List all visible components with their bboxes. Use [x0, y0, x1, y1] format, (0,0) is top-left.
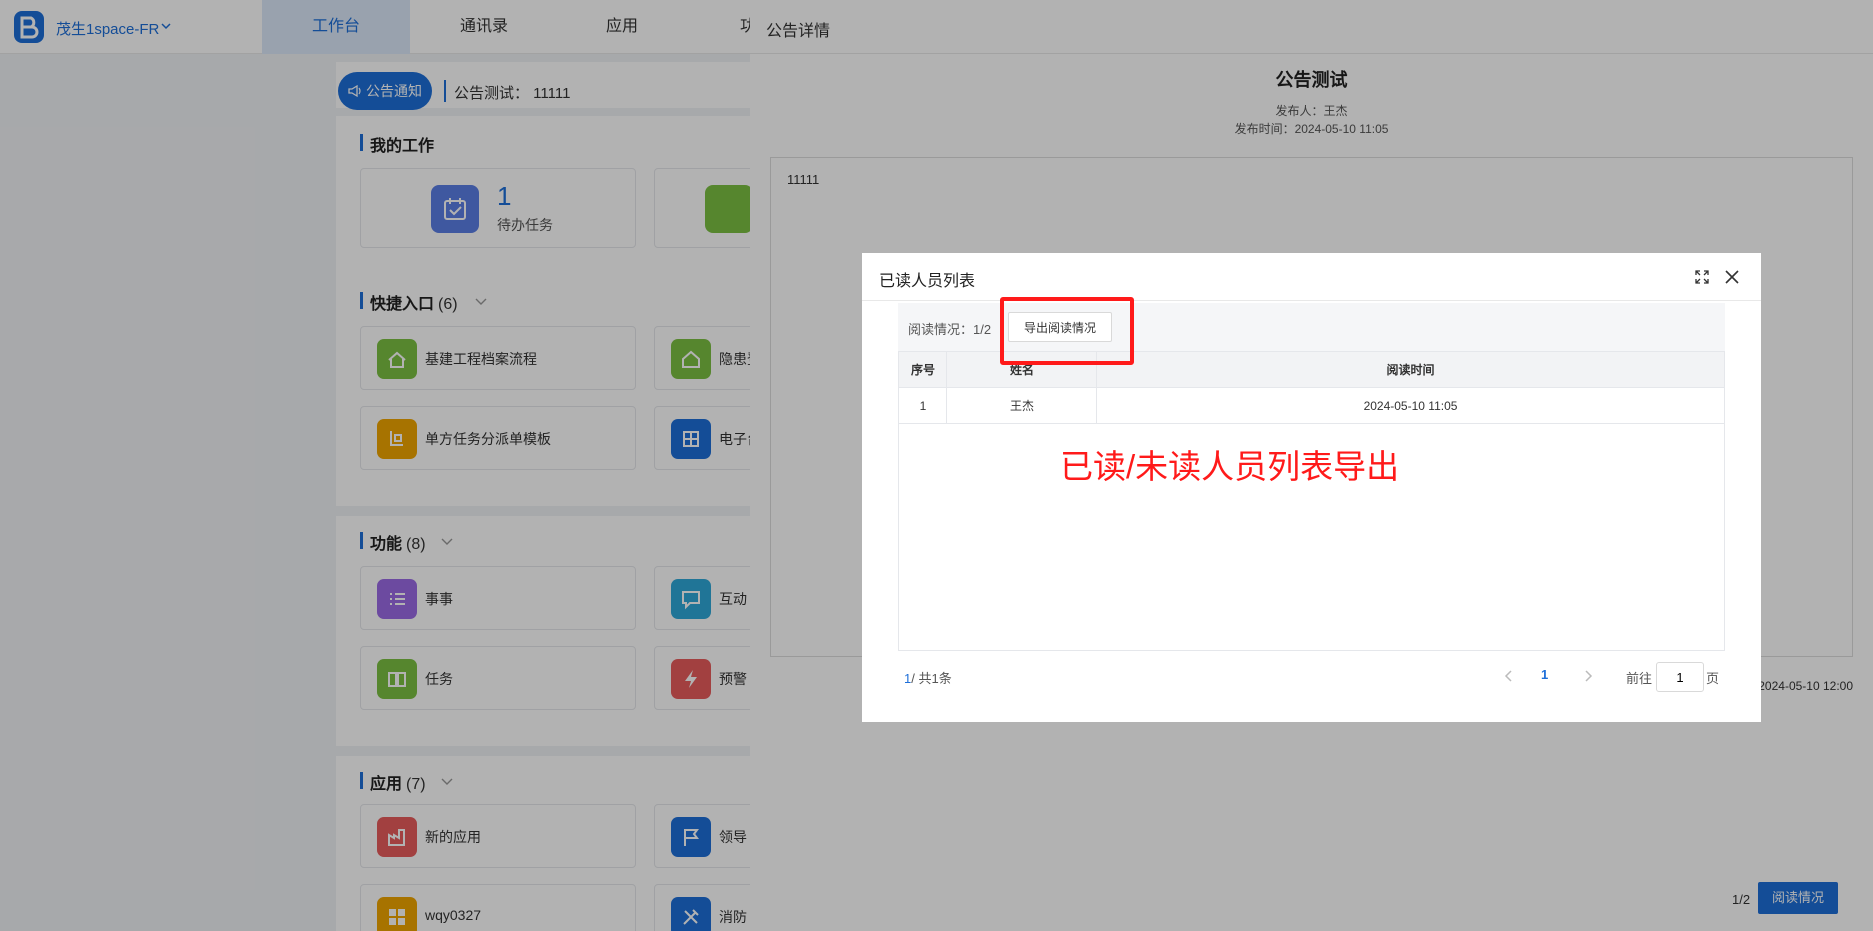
- goto-label: 前往: [1626, 671, 1653, 686]
- annotation-caption: 已读/未读人员列表导出: [1060, 448, 1400, 485]
- table-row[interactable]: 1 王杰 2024-05-10 11:05: [899, 388, 1724, 424]
- modal-title: 已读人员列表: [879, 273, 976, 290]
- page-number[interactable]: 1: [1541, 667, 1548, 682]
- row-read-time: 2024-05-10 11:05: [1363, 399, 1458, 413]
- fullscreen-icon[interactable]: [1694, 269, 1710, 285]
- close-icon[interactable]: [1722, 267, 1742, 287]
- column-divider: [946, 352, 947, 424]
- left-overlay-mask[interactable]: [0, 0, 750, 931]
- chevron-left-icon[interactable]: [1503, 668, 1515, 684]
- row-index: 1: [919, 399, 927, 413]
- col-index[interactable]: 序号: [899, 352, 947, 388]
- read-table: 序号 姓名 阅读时间 1 王杰 2024-05-10 11:05: [898, 351, 1725, 651]
- export-highlight-annotation: [1000, 297, 1134, 365]
- chevron-right-icon[interactable]: [1582, 668, 1594, 684]
- col-read-time[interactable]: 阅读时间: [1097, 352, 1724, 388]
- page-suffix: 页: [1706, 671, 1720, 686]
- pagination-summary: 1/ 共1条: [904, 671, 952, 686]
- row-name: 王杰: [1009, 399, 1034, 413]
- modal-header: 已读人员列表: [862, 253, 1761, 301]
- read-status-label: 阅读情况：1/2: [908, 322, 992, 337]
- goto-page-input[interactable]: [1656, 662, 1704, 692]
